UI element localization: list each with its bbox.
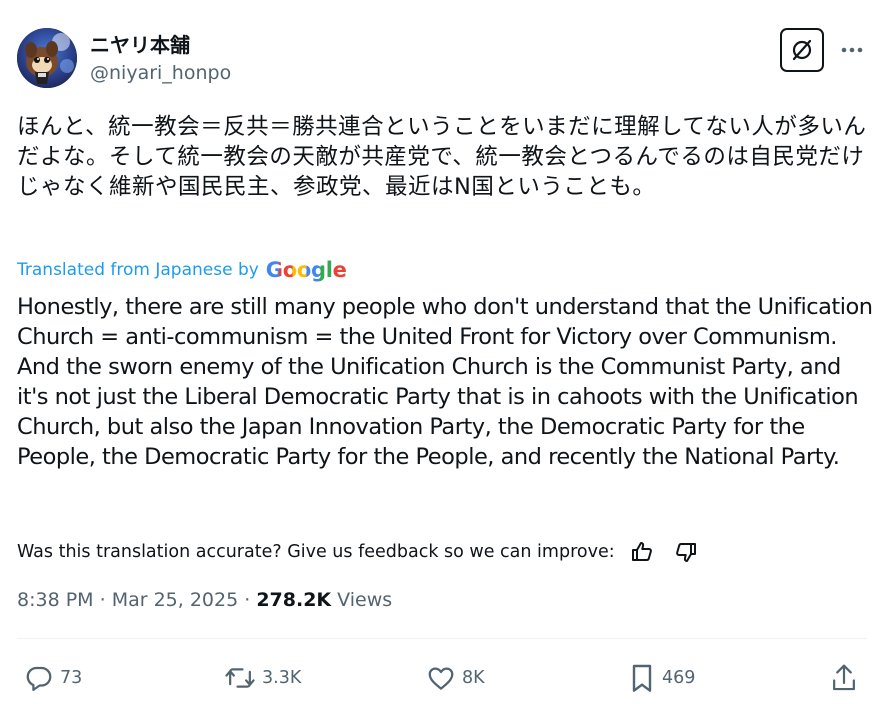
views-label: Views bbox=[331, 589, 393, 611]
google-logo-text: Google bbox=[265, 258, 347, 282]
share-icon bbox=[833, 664, 855, 691]
repost-button[interactable]: 3.3K bbox=[224, 660, 301, 696]
display-name[interactable]: ニヤリ本舗 bbox=[90, 29, 190, 58]
thumbs-up-button[interactable] bbox=[627, 538, 657, 566]
thumbs-up-icon bbox=[631, 542, 652, 561]
repost-icon bbox=[225, 668, 255, 688]
grok-button[interactable] bbox=[780, 28, 824, 72]
action-bar: 73 3.3K 8K 469 bbox=[0, 660, 884, 696]
like-count: 8K bbox=[462, 668, 485, 688]
more-options-button[interactable] bbox=[838, 38, 866, 62]
grok-icon bbox=[792, 39, 812, 61]
bookmark-button[interactable]: 469 bbox=[628, 660, 695, 696]
tweet-date[interactable]: Mar 25, 2025 bbox=[112, 589, 239, 611]
divider bbox=[17, 638, 867, 639]
feedback-prompt: Was this translation accurate? Give us f… bbox=[17, 542, 615, 562]
tweet-original-text: ほんと、統一教会＝反共＝勝共連合ということをいまだに理解してない人が多いんだよな… bbox=[17, 114, 867, 200]
reply-count: 73 bbox=[60, 668, 83, 688]
avatar-image bbox=[17, 28, 77, 88]
more-icon bbox=[841, 47, 863, 53]
reply-icon bbox=[26, 666, 52, 691]
tweet-translated-text: Honestly, there are still many people wh… bbox=[17, 294, 873, 470]
share-button[interactable] bbox=[829, 660, 859, 696]
repost-count: 3.3K bbox=[262, 668, 302, 688]
tweet-meta: 8:38 PM · Mar 25, 2025 · 278.2K Views bbox=[17, 589, 392, 611]
google-logo: Google bbox=[266, 258, 347, 282]
meta-separator: · bbox=[238, 589, 257, 611]
bookmark-count: 469 bbox=[662, 668, 696, 688]
thumbs-down-button[interactable] bbox=[671, 538, 701, 566]
avatar[interactable] bbox=[17, 28, 77, 88]
meta-separator: · bbox=[93, 589, 112, 611]
like-icon bbox=[428, 667, 454, 690]
bookmark-icon bbox=[632, 664, 652, 692]
translation-attribution: Translated from Japanese by Google bbox=[17, 258, 347, 282]
thumbs-down-icon bbox=[675, 543, 696, 562]
tweet-time[interactable]: 8:38 PM bbox=[17, 589, 94, 611]
user-handle[interactable]: @niyari_honpo bbox=[90, 62, 231, 84]
translated-by-label: Translated from Japanese by bbox=[17, 260, 259, 280]
reply-button[interactable]: 73 bbox=[24, 660, 82, 696]
views-count: 278.2K bbox=[256, 589, 332, 611]
translation-feedback: Was this translation accurate? Give us f… bbox=[17, 538, 877, 566]
like-button[interactable]: 8K bbox=[426, 660, 485, 696]
